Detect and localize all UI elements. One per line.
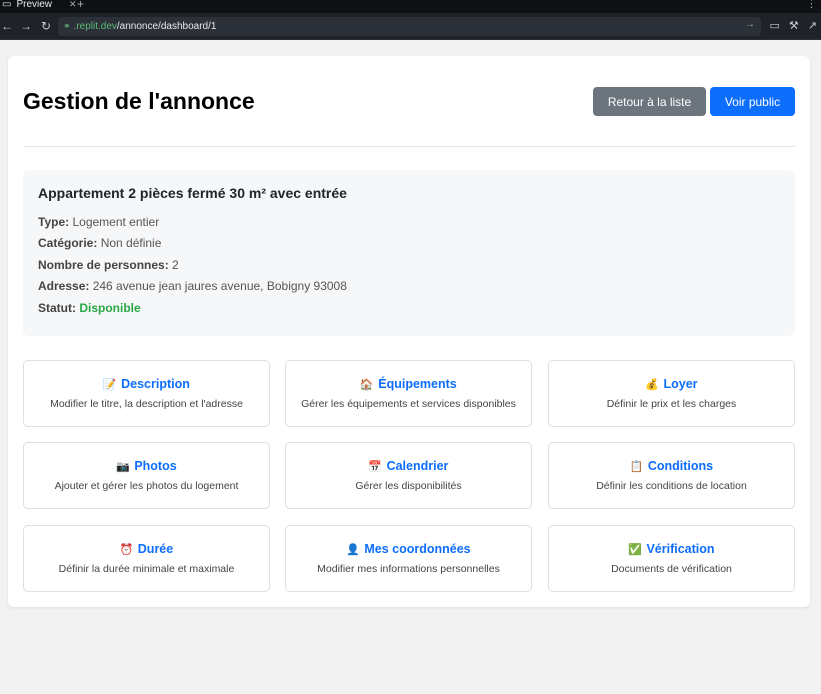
link-icon: ⚭ [63, 21, 71, 31]
tile-description-text: Modifier mes informations personnelles [317, 563, 500, 575]
tile-title: Photos [134, 459, 177, 473]
tile-title: Équipements [378, 377, 457, 391]
tile-calendrier[interactable]: 📅 Calendrier Gérer les disponibilités [285, 442, 532, 509]
tile-title: Durée [137, 542, 174, 556]
tile-description-text: Gérer les équipements et services dispon… [301, 398, 516, 410]
page-title: Gestion de l'annonce [23, 88, 255, 114]
tile-description-text: Modifier le titre, la description et l'a… [50, 398, 243, 410]
persons-value: 2 [172, 258, 179, 272]
camera-icon: 📷 [115, 460, 130, 473]
clipboard-icon: 📋 [629, 460, 644, 473]
type-label: Type: [38, 215, 70, 229]
view-public-button[interactable]: Voir public [710, 87, 795, 116]
preview-icon: ▭ [2, 0, 12, 10]
tile-coordonnees[interactable]: 👤 Mes coordonnées Modifier mes informati… [285, 525, 532, 592]
tile-description-text: Définir le prix et les charges [606, 398, 737, 410]
tile-duree[interactable]: ⏰ Durée Définir la durée minimale et max… [23, 525, 270, 592]
close-tab-icon[interactable]: ✕ [69, 0, 77, 10]
tile-conditions[interactable]: 📋 Conditions Définir les conditions de l… [548, 442, 795, 509]
tile-title: Conditions [647, 459, 714, 473]
address-value: 246 avenue jean jaures avenue, Bobigny 9… [92, 279, 347, 293]
more-menu-icon[interactable]: ⋮ [806, 0, 817, 10]
status-label: Statut: [38, 301, 76, 315]
listing-title: Appartement 2 pièces fermé 30 m² avec en… [38, 185, 347, 201]
tile-description-text: Documents de vérification [611, 563, 732, 575]
address-bar[interactable]: ⚭ .replit.dev /annonce/dashboard/1 → [58, 17, 761, 36]
go-arrow-icon[interactable]: → [745, 19, 755, 30]
address-label: Adresse: [38, 279, 90, 293]
tile-title: Mes coordonnées [364, 542, 471, 556]
user-icon: 👤 [346, 543, 360, 556]
house-icon: 🏠 [359, 378, 374, 391]
url-host: .replit.dev [73, 21, 117, 32]
memo-icon: 📝 [102, 378, 117, 391]
tile-loyer[interactable]: 💰 Loyer Définir le prix et les charges [548, 360, 795, 427]
back-arrow-icon[interactable]: ← [0, 18, 14, 34]
tile-title: Description [121, 377, 190, 391]
divider [23, 146, 795, 147]
category-value: Non définie [100, 236, 162, 250]
listing-summary: Appartement 2 pièces fermé 30 m² avec en… [23, 170, 795, 336]
category-label: Catégorie: [38, 236, 98, 250]
listing-address: Adresse: 246 avenue jean jaures avenue, … [38, 279, 347, 293]
listing-type: Type: Logement entier [38, 215, 159, 229]
calendar-icon: 📅 [368, 460, 382, 473]
back-to-list-button[interactable]: Retour à la liste [593, 87, 706, 116]
browser-toolbar: ← → ↻ ⚭ .replit.dev /annonce/dashboard/1… [0, 13, 821, 40]
browser-tabbar: ▭ Preview ✕ + ⋮ [0, 0, 821, 13]
new-tab-icon[interactable]: + [77, 0, 84, 11]
tile-description-text: Définir les conditions de location [596, 480, 747, 492]
type-value: Logement entier [72, 215, 160, 229]
tile-description-text: Ajouter et gérer les photos du logement [54, 480, 239, 492]
url-path: /annonce/dashboard/1 [116, 21, 217, 32]
money-bag-icon: 💰 [645, 378, 659, 391]
tile-equipements[interactable]: 🏠 Équipements Gérer les équipements et s… [285, 360, 532, 427]
listing-status: Statut: Disponible [38, 301, 141, 315]
browser-tab[interactable]: ▭ Preview ✕ [0, 0, 83, 11]
tile-verification[interactable]: ✅ Vérification Documents de vérification [548, 525, 795, 592]
listing-category: Catégorie: Non définie [38, 236, 161, 250]
forward-arrow-icon[interactable]: → [19, 18, 33, 34]
persons-label: Nombre de personnes: [38, 258, 169, 272]
tile-description-text: Définir la durée minimale et maximale [58, 563, 235, 575]
status-badge: Disponible [79, 301, 141, 315]
tile-title: Loyer [663, 377, 698, 391]
listing-persons: Nombre de personnes: 2 [38, 258, 179, 272]
tile-title: Calendrier [386, 459, 449, 473]
reload-icon[interactable]: ↻ [39, 18, 53, 34]
tile-photos[interactable]: 📷 Photos Ajouter et gérer les photos du … [23, 442, 270, 509]
tile-title: Vérification [646, 542, 715, 556]
dashboard-card: Gestion de l'annonce Retour à la liste V… [8, 56, 810, 607]
tile-description[interactable]: 📝 Description Modifier le titre, la desc… [23, 360, 270, 427]
devices-icon[interactable]: ▭ [770, 19, 780, 32]
check-mark-icon: ✅ [628, 543, 642, 556]
alarm-clock-icon: ⏰ [119, 543, 134, 556]
open-external-icon[interactable]: ↗ [808, 19, 817, 32]
tile-description-text: Gérer les disponibilités [355, 480, 462, 492]
tab-title: Preview [16, 0, 53, 10]
wrench-icon[interactable]: ⚒ [789, 19, 799, 32]
